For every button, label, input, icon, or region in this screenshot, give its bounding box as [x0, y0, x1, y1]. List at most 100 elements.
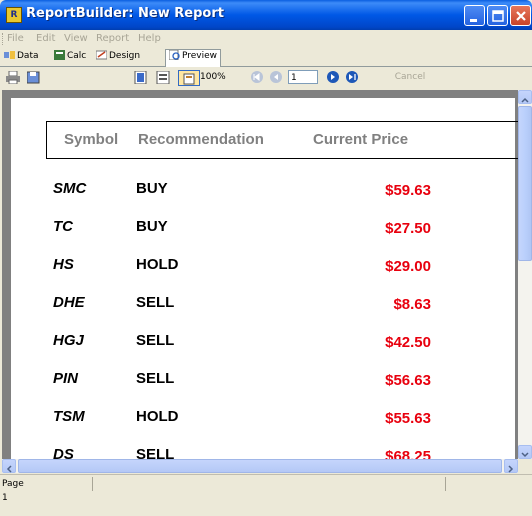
calc-icon — [54, 50, 65, 60]
menu-edit[interactable]: Edit — [36, 33, 55, 44]
preview-toolbar: 100% 1 Cancel — [0, 67, 532, 89]
menu-bar: File Edit View Report Help — [0, 30, 532, 48]
report-row: PIN SELL $56.63 — [11, 368, 515, 398]
scroll-down-button[interactable] — [518, 445, 532, 459]
tab-data[interactable]: Data — [4, 50, 39, 65]
preview-icon — [169, 50, 180, 60]
tab-design-label: Design — [109, 51, 141, 61]
zoom-100-button[interactable] — [178, 70, 200, 86]
report-row: DHE SELL $8.63 — [11, 292, 515, 322]
data-icon — [4, 51, 15, 59]
row-price: $29.00 — [385, 258, 431, 275]
report-row: TSM HOLD $55.63 — [11, 406, 515, 436]
tab-preview[interactable]: Preview — [165, 49, 222, 67]
tab-data-label: Data — [17, 51, 39, 61]
minimize-button[interactable] — [464, 5, 485, 26]
report-row: HGJ SELL $42.50 — [11, 330, 515, 360]
horizontal-scrollbar[interactable] — [2, 459, 518, 473]
row-price: $27.50 — [385, 220, 431, 237]
status-bar: Page 1 — [0, 474, 532, 503]
row-recommendation: SELL — [136, 294, 175, 311]
row-symbol: TC — [53, 218, 73, 235]
prior-page-icon — [270, 71, 282, 83]
tab-design[interactable]: Design — [96, 50, 140, 65]
scroll-up-button[interactable] — [518, 90, 532, 104]
window-title: ReportBuilder: New Report — [26, 6, 224, 21]
hundred-percent-icon — [183, 73, 195, 85]
row-recommendation: BUY — [136, 218, 168, 235]
minimize-icon — [470, 19, 477, 22]
row-price: $56.63 — [385, 372, 431, 389]
report-row: HS HOLD $29.00 — [11, 254, 515, 284]
row-recommendation: SELL — [136, 370, 175, 387]
row-symbol: HGJ — [53, 332, 84, 349]
menu-view[interactable]: View — [64, 33, 88, 44]
row-price: $8.63 — [393, 296, 431, 313]
header-current-price: Current Price — [313, 131, 409, 148]
menu-grip — [2, 33, 5, 45]
chevron-up-icon — [521, 97, 529, 103]
header-symbol: Symbol — [64, 131, 119, 148]
save-icon[interactable] — [27, 71, 41, 84]
tab-calc-label: Calc — [67, 51, 87, 61]
row-recommendation: HOLD — [136, 256, 179, 273]
row-price: $42.50 — [385, 334, 431, 351]
zoom-level: 100% — [200, 72, 226, 82]
status-page-label: Page 1 — [2, 479, 24, 503]
close-button[interactable] — [510, 5, 531, 26]
scroll-right-button[interactable] — [504, 459, 518, 473]
app-icon: R — [6, 7, 22, 23]
print-icon[interactable] — [6, 71, 20, 84]
row-price: $59.63 — [385, 182, 431, 199]
preview-area[interactable]: Symbol Recommendation Current Price SMC … — [2, 90, 518, 459]
vertical-scroll-thumb[interactable] — [518, 106, 532, 261]
last-page-icon — [346, 71, 358, 83]
report-page: Symbol Recommendation Current Price SMC … — [11, 98, 518, 459]
tab-bar: Data Calc Design Preview — [0, 48, 532, 67]
design-icon — [96, 50, 107, 60]
prior-page-button[interactable] — [270, 71, 282, 83]
menu-file[interactable]: File — [7, 33, 24, 44]
menu-help[interactable]: Help — [138, 33, 161, 44]
tab-calc[interactable]: Calc — [54, 50, 86, 65]
tab-preview-label: Preview — [182, 51, 218, 61]
title-bar[interactable]: R ReportBuilder: New Report — [0, 0, 532, 30]
row-symbol: HS — [53, 256, 74, 273]
report-row: SMC BUY $59.63 — [11, 178, 515, 208]
report-header-box: Symbol Recommendation Current Price — [46, 121, 518, 159]
row-symbol: TSM — [53, 408, 85, 425]
row-price: $68.25 — [385, 448, 431, 459]
row-symbol: DHE — [53, 294, 85, 311]
report-builder-window: R ReportBuilder: New Report File Edit Vi… — [0, 0, 532, 516]
first-page-icon — [251, 71, 263, 83]
header-recommendation: Recommendation — [138, 131, 264, 148]
first-page-button[interactable] — [251, 71, 263, 83]
next-page-icon — [327, 71, 339, 83]
maximize-button[interactable] — [487, 5, 508, 26]
whole-page-icon[interactable] — [134, 71, 148, 84]
report-row: TC BUY $27.50 — [11, 216, 515, 246]
close-icon — [516, 11, 526, 21]
row-symbol: PIN — [53, 370, 79, 387]
row-recommendation: BUY — [136, 180, 168, 197]
horizontal-scroll-thumb[interactable] — [18, 459, 502, 473]
maximize-icon — [492, 10, 504, 22]
status-divider — [92, 477, 93, 491]
status-divider — [445, 477, 446, 491]
next-page-button[interactable] — [327, 71, 339, 83]
menu-report[interactable]: Report — [96, 33, 129, 44]
report-row: DS SELL $68.25 — [11, 444, 515, 459]
chevron-down-icon — [521, 452, 529, 458]
last-page-button[interactable] — [346, 71, 358, 83]
row-price: $55.63 — [385, 410, 431, 427]
scroll-left-button[interactable] — [2, 459, 16, 473]
row-symbol: DS — [53, 446, 74, 459]
cancel-button[interactable]: Cancel — [385, 70, 435, 85]
row-recommendation: SELL — [136, 332, 175, 349]
row-recommendation: HOLD — [136, 408, 179, 425]
row-recommendation: SELL — [136, 446, 175, 459]
page-width-icon[interactable] — [156, 71, 170, 84]
page-number-input[interactable]: 1 — [288, 70, 318, 84]
row-symbol: SMC — [53, 180, 87, 197]
vertical-scrollbar[interactable] — [518, 90, 532, 459]
